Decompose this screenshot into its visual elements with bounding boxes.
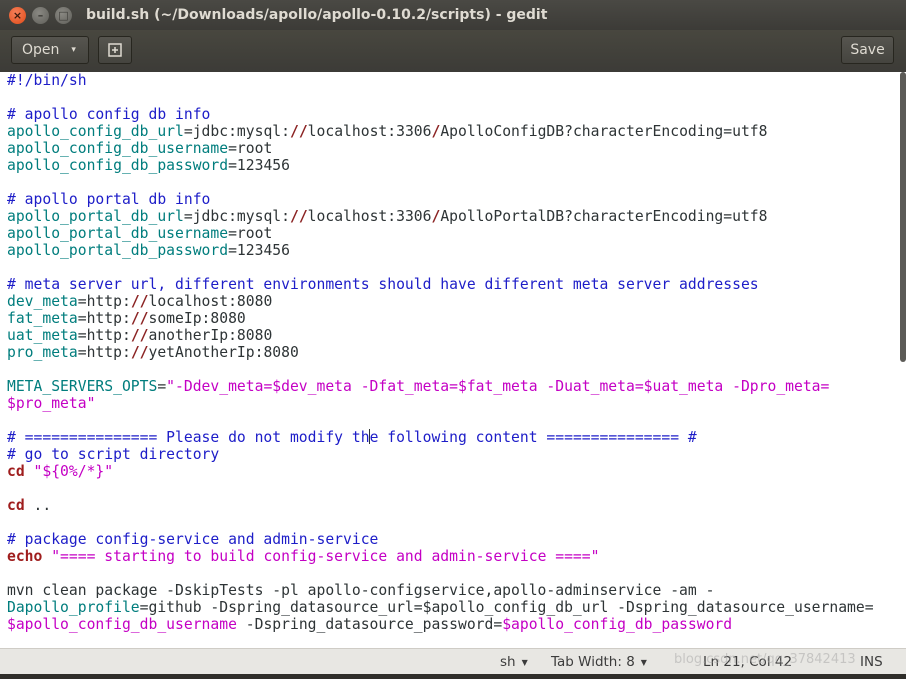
chevron-down-icon: ▾ <box>71 45 76 55</box>
window-controls: × – □ <box>9 6 72 24</box>
code-line[interactable]: ​ <box>7 480 874 497</box>
code-line[interactable]: # go to script directory <box>7 446 874 463</box>
close-icon: × <box>12 8 23 22</box>
code-line[interactable]: # meta server url, different environment… <box>7 276 874 293</box>
code-line[interactable]: apollo_portal_db_username=root <box>7 225 874 242</box>
code-line[interactable]: $pro_meta" <box>7 395 874 412</box>
code-line[interactable]: # apollo config db info <box>7 106 874 123</box>
background-strip <box>0 674 906 679</box>
code-line[interactable]: apollo_config_db_password=123456 <box>7 157 874 174</box>
chevron-down-icon: ▼ <box>521 657 528 667</box>
code-line[interactable]: ​ <box>7 514 874 531</box>
minimize-icon: – <box>37 8 44 22</box>
language-label: sh <box>500 654 516 670</box>
code-line[interactable]: pro_meta=http://yetAnotherIp:8080 <box>7 344 874 361</box>
save-button[interactable]: Save <box>841 36 894 64</box>
code-view[interactable]: #!/bin/sh​# apollo config db infoapollo_… <box>7 72 874 633</box>
code-line[interactable]: #!/bin/sh <box>7 72 874 89</box>
code-line[interactable]: ​ <box>7 565 874 582</box>
code-line[interactable]: # package config-service and admin-servi… <box>7 531 874 548</box>
window-title: build.sh (~/Downloads/apollo/apollo-0.10… <box>86 7 548 23</box>
status-bar: sh ▼ Tab Width: 8 ▼ Ln 21, Col 42 INS <box>0 648 906 675</box>
maximize-icon: □ <box>58 8 69 22</box>
tab-width-label: Tab Width: 8 <box>551 654 635 670</box>
code-line[interactable]: ​ <box>7 361 874 378</box>
code-line[interactable]: cd .. <box>7 497 874 514</box>
title-bar[interactable]: × – □ build.sh (~/Downloads/apollo/apoll… <box>0 0 906 30</box>
code-line[interactable]: apollo_config_db_url=jdbc:mysql://localh… <box>7 123 874 140</box>
code-line[interactable]: ​ <box>7 89 874 106</box>
code-line[interactable]: $apollo_config_db_username -Dspring_data… <box>7 616 874 633</box>
maximize-window-button[interactable]: □ <box>55 6 72 24</box>
insert-mode: INS <box>860 654 883 670</box>
code-line[interactable]: mvn clean package -DskipTests -pl apollo… <box>7 582 874 599</box>
close-window-button[interactable]: × <box>9 6 26 24</box>
gedit-window: × – □ build.sh (~/Downloads/apollo/apoll… <box>0 0 906 679</box>
tab-width-selector[interactable]: Tab Width: 8 ▼ <box>551 654 647 670</box>
vertical-scrollbar[interactable] <box>900 72 906 362</box>
open-button[interactable]: Open ▾ <box>11 36 89 64</box>
code-line[interactable]: ​ <box>7 259 874 276</box>
language-selector[interactable]: sh ▼ <box>500 654 528 670</box>
header-bar: Open ▾ Save <box>0 30 906 73</box>
minimize-window-button[interactable]: – <box>32 6 49 24</box>
code-line[interactable]: fat_meta=http://someIp:8080 <box>7 310 874 327</box>
code-line[interactable]: dev_meta=http://localhost:8080 <box>7 293 874 310</box>
open-button-label: Open <box>22 42 60 58</box>
text-editor[interactable]: #!/bin/sh​# apollo config db infoapollo_… <box>0 72 906 648</box>
chevron-down-icon: ▼ <box>640 657 647 667</box>
new-tab-button[interactable] <box>98 36 132 64</box>
code-line[interactable]: ​ <box>7 412 874 429</box>
code-line[interactable]: uat_meta=http://anotherIp:8080 <box>7 327 874 344</box>
code-line[interactable]: # apollo portal db info <box>7 191 874 208</box>
code-line[interactable]: # =============== Please do not modify t… <box>7 429 874 446</box>
new-document-icon <box>108 43 122 57</box>
code-line[interactable]: Dapollo_profile=github -Dspring_datasour… <box>7 599 874 616</box>
code-line[interactable]: echo "==== starting to build config-serv… <box>7 548 874 565</box>
code-line[interactable]: apollo_config_db_username=root <box>7 140 874 157</box>
code-line[interactable]: META_SERVERS_OPTS="-Ddev_meta=$dev_meta … <box>7 378 874 395</box>
code-line[interactable]: ​ <box>7 174 874 191</box>
cursor-position: Ln 21, Col 42 <box>703 654 793 670</box>
code-line[interactable]: apollo_portal_db_password=123456 <box>7 242 874 259</box>
code-line[interactable]: cd "${0%/*}" <box>7 463 874 480</box>
code-line[interactable]: apollo_portal_db_url=jdbc:mysql://localh… <box>7 208 874 225</box>
